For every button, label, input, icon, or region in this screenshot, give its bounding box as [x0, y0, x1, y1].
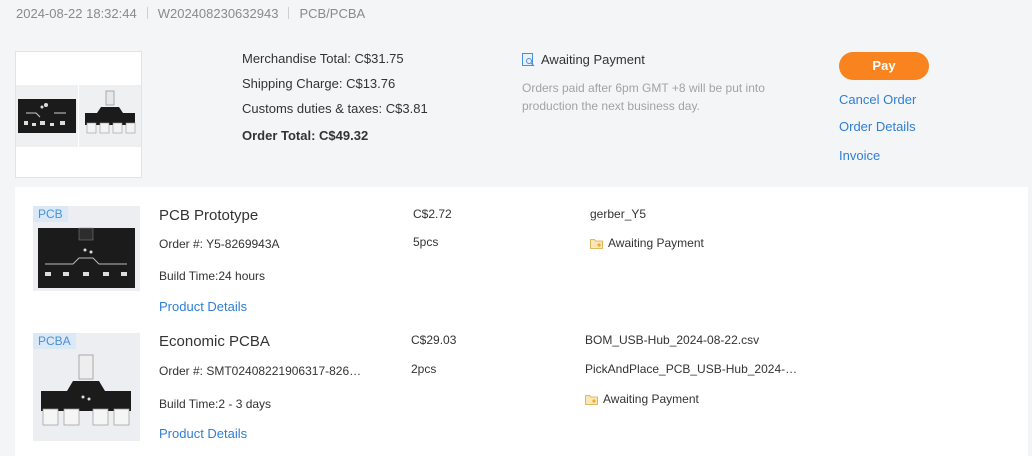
cancel-order-link[interactable]: Cancel Order	[839, 92, 916, 107]
status-row: Awaiting Payment	[522, 52, 782, 67]
order-datetime: 2024-08-22 18:32:44	[16, 6, 137, 21]
item-build-time: Build Time:2 - 3 days	[159, 397, 272, 411]
folder-icon	[590, 238, 603, 249]
item-quantity: 2pcs	[411, 362, 437, 376]
order-totals: Merchandise Total: C$31.75 Shipping Char…	[242, 51, 428, 153]
pay-button[interactable]: Pay	[839, 52, 929, 80]
divider	[288, 7, 290, 19]
order-items-panel: PCB PCB Prototype Order #: Y5-8269943A B…	[15, 187, 1028, 456]
item-quantity: 5pcs	[413, 235, 439, 249]
item-title: Economic PCBA	[159, 333, 270, 350]
item-price: C$2.72	[413, 207, 452, 221]
merchandise-total: Merchandise Total: C$31.75	[242, 51, 404, 66]
product-details-link[interactable]: Product Details	[159, 299, 247, 314]
item-bom-file[interactable]: BOM_USB-Hub_2024-08-22.csv	[585, 333, 759, 347]
status-note: Orders paid after 6pm GMT +8 will be put…	[522, 81, 765, 113]
payment-status: Awaiting Payment Orders paid after 6pm G…	[522, 52, 782, 115]
item-badge: PCB	[33, 206, 68, 222]
shipping-charge: Shipping Charge: C$13.76	[242, 76, 396, 91]
item-order-number: Order #: SMT02408221906317-826…	[159, 364, 362, 378]
item-build-time: Build Time:24 hours	[159, 269, 266, 283]
item-status-label: Awaiting Payment	[603, 392, 699, 406]
item-badge: PCBA	[33, 333, 76, 349]
item-status: Awaiting Payment	[585, 392, 699, 406]
item-title: PCB Prototype	[159, 207, 259, 224]
folder-icon	[585, 394, 598, 405]
payment-status-icon	[522, 52, 535, 67]
pcb-item-thumbnail[interactable]: PCB	[33, 206, 140, 291]
order-thumbnail[interactable]	[15, 51, 142, 178]
item-pnp-file[interactable]: PickAndPlace_PCB_USB-Hub_2024-…	[585, 362, 797, 376]
item-status: Awaiting Payment	[590, 236, 704, 250]
item-status-label: Awaiting Payment	[608, 236, 704, 250]
order-number: W202408230632943	[157, 6, 279, 21]
item-order-number: Order #: Y5-8269943A	[159, 237, 280, 251]
pcb-thumbnail	[16, 85, 78, 147]
status-label: Awaiting Payment	[541, 52, 645, 67]
order-total: Order Total: C$49.32	[242, 128, 369, 143]
item-file[interactable]: gerber_Y5	[590, 207, 646, 221]
pcba-item-thumbnail[interactable]: PCBA	[33, 333, 140, 441]
order-details-link[interactable]: Order Details	[839, 119, 916, 134]
pcba-thumbnail	[79, 85, 141, 147]
order-header: 2024-08-22 18:32:44 W202408230632943 PCB/P…	[16, 6, 365, 21]
product-details-link[interactable]: Product Details	[159, 426, 247, 441]
customs-duties: Customs duties & taxes: C$3.81	[242, 101, 428, 116]
divider	[146, 7, 148, 19]
item-price: C$29.03	[411, 333, 457, 347]
order-category: PCB/PCBA	[299, 6, 366, 21]
invoice-link[interactable]: Invoice	[839, 148, 880, 163]
